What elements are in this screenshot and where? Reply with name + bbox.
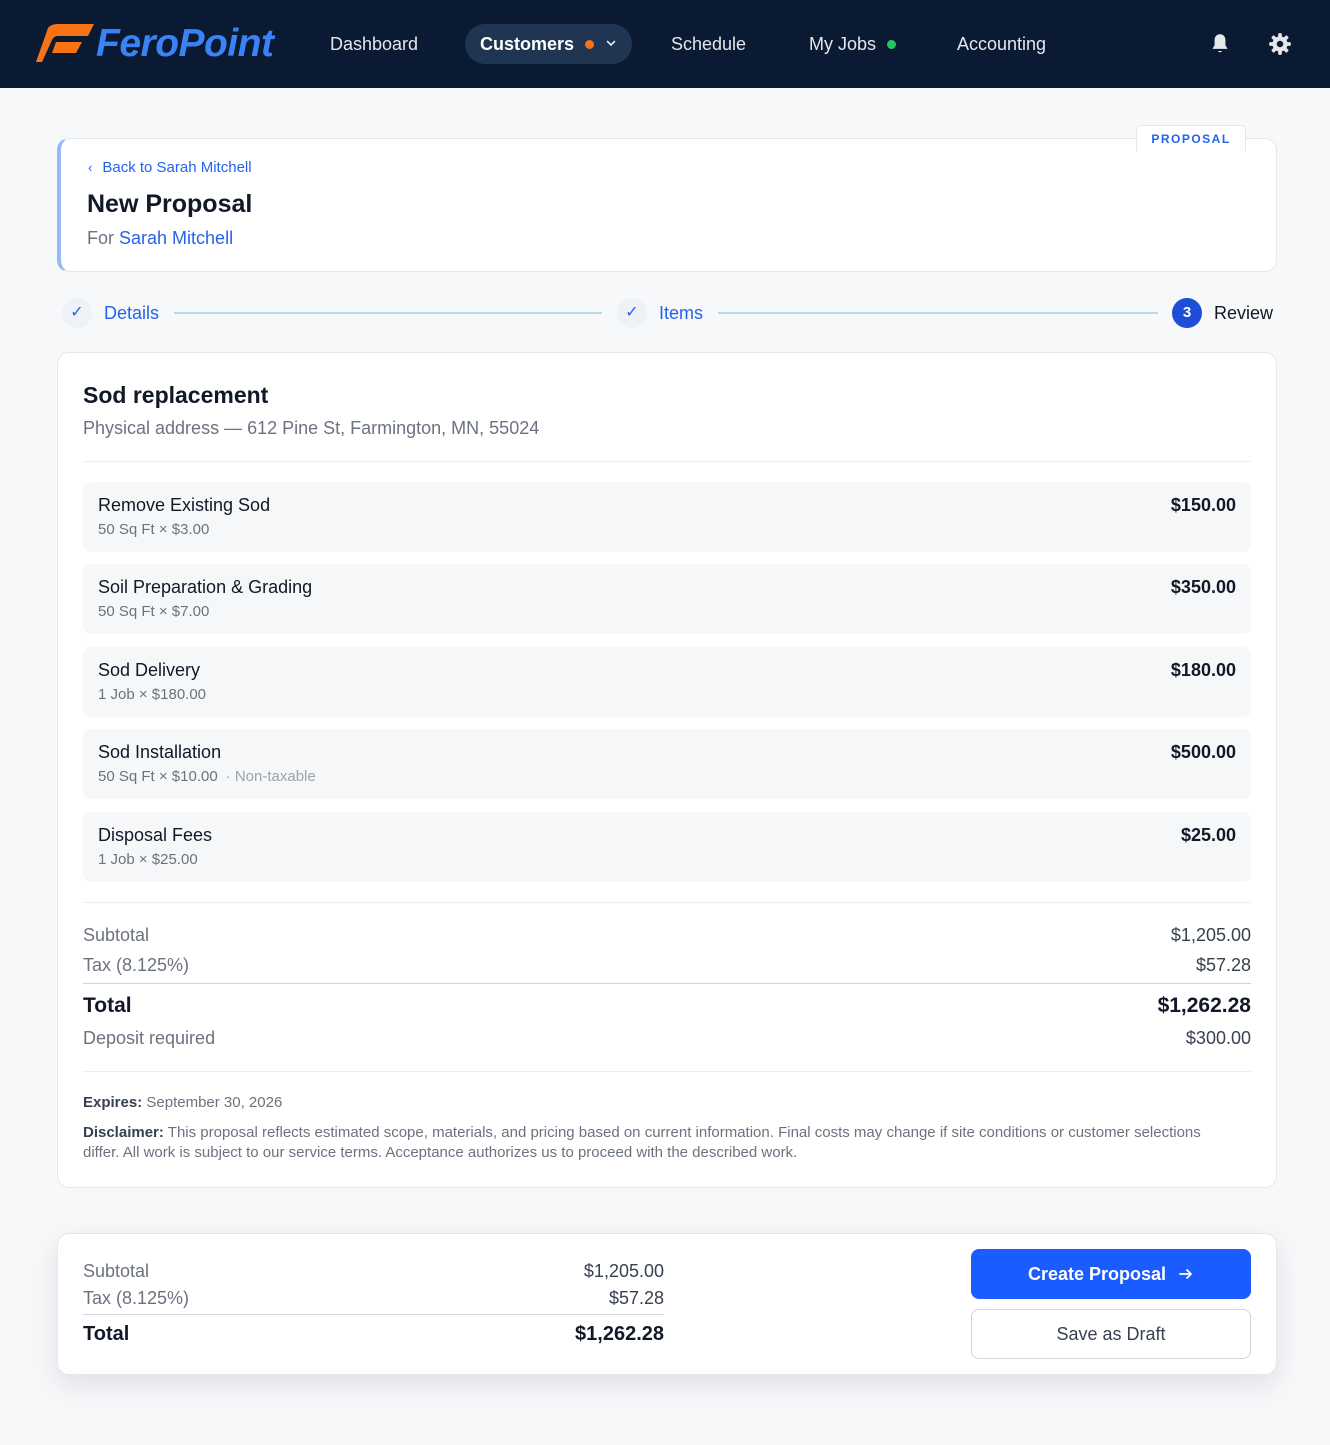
line-item-detail: 50 Sq Ft × $10.00 · Non-taxable [98, 768, 316, 785]
save-draft-label: Save as Draft [1056, 1323, 1166, 1344]
status-dot [887, 39, 897, 49]
line-item-amount: $500.00 [1170, 742, 1236, 762]
nav-label: My Jobs [809, 34, 877, 54]
line-item-detail: 1 Job × $180.00 [98, 686, 206, 703]
step-items[interactable]: ✓ Items [617, 298, 703, 328]
expires-line: Expires: September 30, 2026 [83, 1093, 1233, 1113]
expires-date: September 30, 2026 [146, 1094, 283, 1111]
top-nav: FeroPoint Dashboard Customers Schedule M… [0, 0, 1330, 88]
divider [83, 1314, 664, 1315]
divider [83, 902, 1251, 903]
job-title: Sod replacement [83, 382, 269, 408]
check-icon: ✓ [617, 298, 647, 328]
step-connector [718, 312, 1158, 314]
job-address: Physical address — 612 Pine St, Farmingt… [83, 418, 540, 438]
line-item-amount: $150.00 [1170, 495, 1236, 515]
step-number: 3 [1172, 298, 1202, 328]
check-icon: ✓ [62, 298, 92, 328]
step-details[interactable]: ✓ Details [62, 298, 159, 328]
disclaimer-label: Disclaimer: [83, 1124, 164, 1141]
line-item-qty-rate: 1 Job × $25.00 [98, 851, 198, 868]
line-item: Soil Preparation & Grading 50 Sq Ft × $7… [83, 564, 1251, 634]
footer-tax-label: Tax (8.125%) [83, 1288, 190, 1308]
chevron-down-icon [606, 40, 616, 47]
create-proposal-label: Create Proposal [1027, 1263, 1167, 1284]
line-item-qty-rate: 50 Sq Ft × $7.00 [98, 603, 210, 620]
line-item-name: Disposal Fees [98, 825, 213, 845]
save-draft-button[interactable]: Save as Draft [971, 1309, 1251, 1359]
line-item: Sod Delivery 1 Job × $180.00 $180.00 [83, 647, 1251, 717]
logo[interactable]: FeroPoint [34, 22, 274, 66]
disclaimer: Disclaimer: This proposal reflects estim… [83, 1123, 1233, 1163]
brand-name: FeroPoint [96, 22, 274, 65]
nav-item-dashboard[interactable]: Dashboard [330, 24, 418, 64]
nav-item-schedule[interactable]: Schedule [671, 24, 746, 64]
line-item-name: Sod Delivery [98, 660, 201, 680]
line-item: Remove Existing Sod 50 Sq Ft × $3.00 $15… [83, 482, 1251, 552]
step-label: Items [659, 302, 704, 323]
for-prefix: For [87, 228, 114, 248]
total-value: $1,262.28 [1157, 994, 1251, 1017]
line-item-amount: $180.00 [1170, 660, 1236, 680]
customer-link[interactable]: Sarah Mitchell [119, 228, 233, 248]
subtotal-label: Subtotal [83, 925, 150, 945]
line-item: Sod Installation 50 Sq Ft × $10.00 · Non-… [83, 729, 1251, 799]
line-item-qty-rate: 50 Sq Ft × $3.00 [98, 521, 210, 538]
line-item-name: Remove Existing Sod [98, 495, 271, 515]
arrow-right-icon [1179, 1269, 1192, 1279]
footer-subtotal-value: $1,205.00 [583, 1261, 664, 1281]
line-item: Disposal Fees 1 Job × $25.00 $25.00 [83, 812, 1251, 882]
create-proposal-button[interactable]: Create Proposal [971, 1249, 1251, 1299]
tax-label: Tax (8.125%) [83, 955, 190, 975]
notification-dot [585, 39, 595, 49]
step-review[interactable]: 3 Review [1172, 298, 1273, 328]
divider [83, 1071, 1251, 1072]
tax-note: · Non-taxable [225, 768, 316, 785]
expires-label: Expires: [83, 1094, 143, 1111]
divider [83, 983, 1251, 984]
line-item-detail: 50 Sq Ft × $3.00 [98, 521, 209, 538]
line-item-name: Sod Installation [98, 742, 222, 762]
footer-total-value: $1,262.28 [575, 1323, 664, 1345]
footer-tax-value: $57.28 [608, 1288, 664, 1308]
line-item-amount: $25.00 [1180, 825, 1236, 845]
chevron-left-icon: ‹ [88, 160, 93, 175]
proposal-for: For Sarah Mitchell [87, 228, 233, 249]
step-label: Review [1214, 302, 1274, 323]
deposit-label: Deposit required [83, 1028, 216, 1048]
deposit-value: $300.00 [1185, 1028, 1251, 1048]
line-item-detail: 1 Job × $25.00 [98, 851, 198, 868]
footer-subtotal-label: Subtotal [83, 1261, 150, 1281]
divider [83, 461, 1251, 462]
nav-label: Schedule [671, 34, 747, 54]
nav-label: Customers [480, 34, 575, 54]
step-label: Details [104, 302, 160, 323]
gear-icon[interactable] [1267, 31, 1293, 57]
bell-icon[interactable] [1207, 31, 1233, 57]
nav-item-my-jobs[interactable]: My Jobs [809, 24, 897, 64]
disclaimer-text: This proposal reflects estimated scope, … [83, 1124, 1201, 1161]
subtotal-value: $1,205.00 [1170, 925, 1251, 945]
tax-value: $57.28 [1195, 955, 1251, 975]
line-item-qty-rate: 50 Sq Ft × $10.00 [98, 768, 218, 785]
footer-total-label: Total [83, 1323, 130, 1345]
step-connector [174, 312, 602, 314]
nav-item-customers[interactable]: Customers [465, 24, 633, 64]
back-link-label: Back to Sarah Mitchell [102, 159, 252, 176]
total-label: Total [83, 994, 132, 1017]
line-item-name: Soil Preparation & Grading [98, 577, 313, 597]
line-item-amount: $350.00 [1170, 577, 1236, 597]
nav-label: Dashboard [330, 34, 419, 54]
line-item-detail: 50 Sq Ft × $7.00 [98, 603, 209, 620]
feropoint-logo-icon [36, 24, 94, 62]
back-link[interactable]: ‹ Back to Sarah Mitchell [88, 159, 252, 176]
line-item-qty-rate: 1 Job × $180.00 [98, 686, 207, 703]
nav-item-accounting[interactable]: Accounting [957, 24, 1046, 64]
page-title: New Proposal [87, 190, 253, 218]
proposal-tag: PROPOSAL [1136, 125, 1246, 151]
nav-label: Accounting [957, 34, 1047, 54]
